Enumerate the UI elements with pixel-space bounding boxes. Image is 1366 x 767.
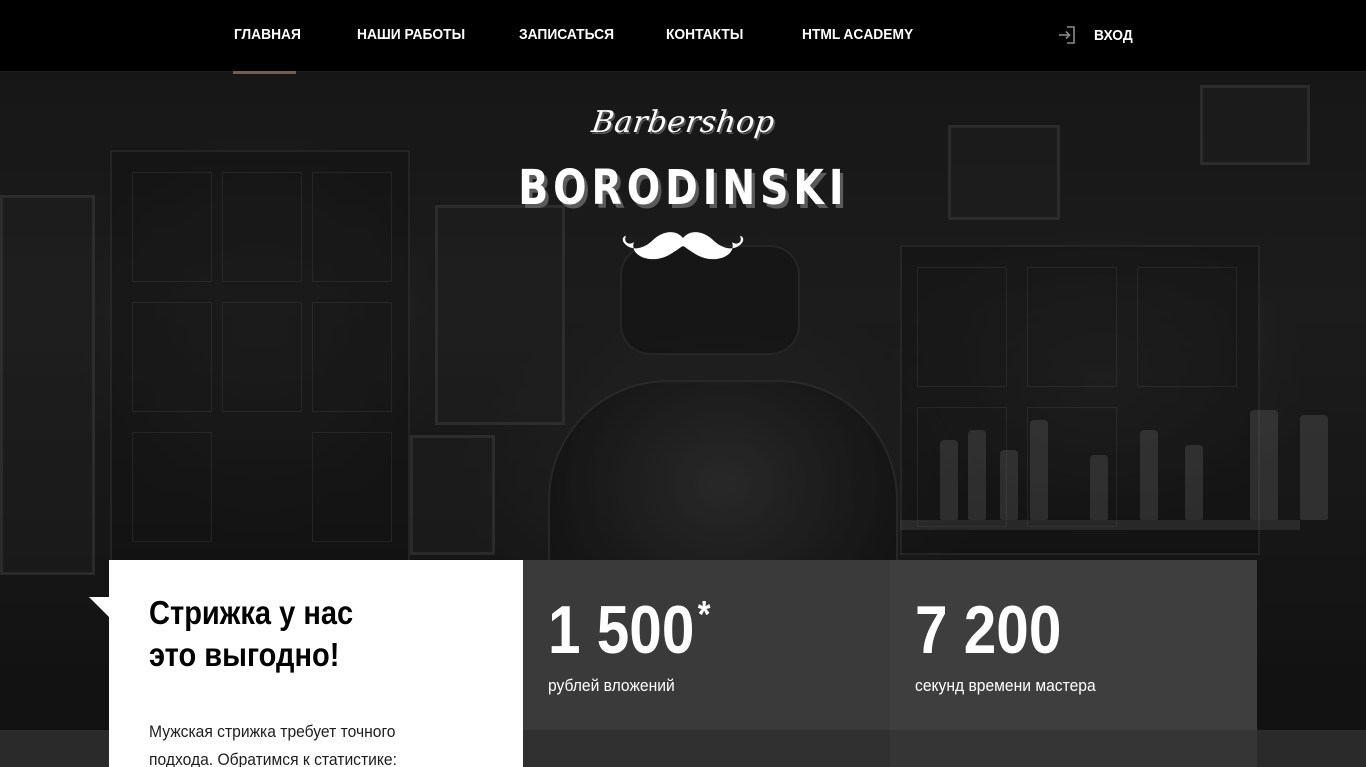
logo-name: BORODINSKI <box>517 160 849 216</box>
nav-active-indicator <box>233 71 296 74</box>
nav-link-html-academy[interactable]: HTML Academy <box>802 26 913 43</box>
stat-value: 1 500* <box>548 592 711 668</box>
promo-title: Стрижка у нас это выгодно! <box>149 594 354 673</box>
brand-logo[interactable]: Barbershop BORODINSKI <box>444 105 922 275</box>
stat-footer <box>523 730 890 767</box>
nav-link-contacts[interactable]: Контакты <box>666 26 743 43</box>
section-background <box>1257 730 1366 767</box>
stat-label: секунд времени мастера <box>915 676 1096 695</box>
promo-text: Мужская стрижка требует точного подхода.… <box>149 722 397 767</box>
mustache-icon <box>622 232 744 260</box>
stat-asterisk: * <box>697 594 711 636</box>
promo-panel: Стрижка у нас это выгодно! Мужская стриж… <box>109 560 523 767</box>
login-button[interactable]: Вход <box>1058 26 1136 44</box>
section-background <box>0 730 109 767</box>
main-nav: Главная Наши работы Записаться Контакты … <box>0 0 1366 72</box>
stat-card-investment: 1 500* рублей вложений <box>523 560 890 730</box>
nav-link-booking[interactable]: Записаться <box>519 26 614 43</box>
nav-link-works[interactable]: Наши работы <box>357 26 465 43</box>
login-icon <box>1058 26 1076 44</box>
stat-card-time: 7 200 секунд времени мастера <box>890 560 1257 730</box>
panel-corner-flag <box>89 597 109 617</box>
logo-script-text: Barbershop <box>589 105 777 140</box>
nav-link-home[interactable]: Главная <box>234 26 301 43</box>
login-label: Вход <box>1094 26 1133 44</box>
stat-value: 7 200 <box>915 592 1062 668</box>
stat-footer <box>890 730 1257 767</box>
stat-label: рублей вложений <box>548 676 675 695</box>
